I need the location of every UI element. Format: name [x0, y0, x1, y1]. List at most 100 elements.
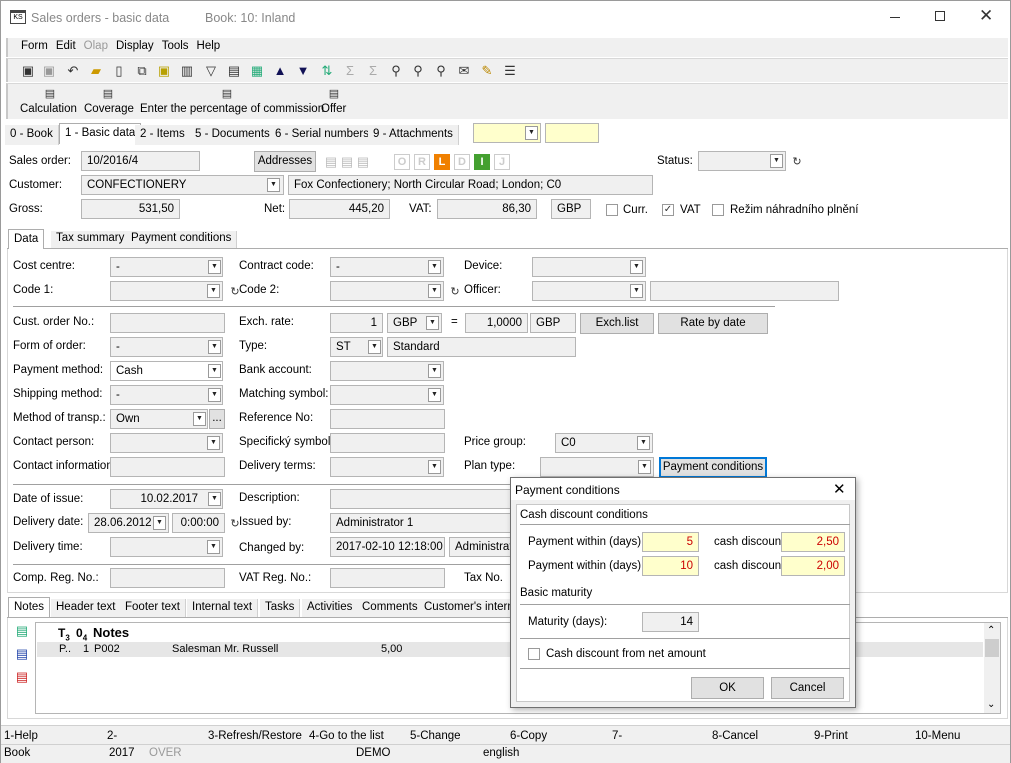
chevron-down-icon[interactable]: ▼ — [207, 540, 220, 554]
contact-person-select[interactable]: ▼ — [110, 433, 223, 453]
minimize-icon[interactable] — [890, 17, 900, 18]
close-icon[interactable]: ✕ — [979, 6, 993, 26]
vat-reg-field[interactable] — [330, 568, 445, 588]
transport-more-button[interactable]: ... — [209, 409, 225, 429]
save-as-icon[interactable]: ▣ — [41, 63, 57, 79]
arrow-down-icon[interactable]: ▼ — [295, 63, 311, 79]
delete-note-icon[interactable]: ▤ — [14, 669, 30, 685]
sort-icon[interactable]: ⇅ — [319, 63, 335, 79]
notes-tab-footer-text[interactable]: Footer text — [120, 599, 186, 617]
history-icon[interactable]: ↻ — [447, 284, 463, 300]
edit-note-icon[interactable]: ▤ — [14, 646, 30, 662]
chevron-down-icon[interactable]: ▼ — [426, 316, 439, 330]
chevron-down-icon[interactable]: ▼ — [208, 340, 221, 354]
bank-account-select[interactable]: ▼ — [330, 361, 444, 381]
payment-within-days-1[interactable]: 5 — [642, 532, 699, 552]
date-of-issue-field[interactable]: 10.02.2017 — [110, 489, 223, 509]
find-icon[interactable]: ⚲ — [388, 63, 404, 79]
exch-list-button[interactable]: Exch.list — [580, 313, 654, 334]
rezim-checkbox[interactable] — [712, 204, 724, 216]
address-doc-2-icon[interactable]: ▤ — [339, 154, 355, 170]
subtab-tax-summary[interactable]: Tax summary — [51, 231, 131, 248]
copy-icon[interactable]: ⧉ — [134, 63, 150, 79]
chevron-down-icon[interactable]: ▼ — [207, 436, 220, 450]
mail-icon[interactable]: ✉ — [456, 63, 472, 79]
payment-within-days-2[interactable]: 10 — [642, 556, 699, 576]
address-doc-3-icon[interactable]: ▤ — [355, 154, 371, 170]
exch-value-field[interactable]: 1,0000 — [465, 313, 528, 333]
scroll-down-icon[interactable]: ⌄ — [987, 699, 995, 710]
notes-tab-tasks[interactable]: Tasks — [260, 599, 301, 617]
lock-icon[interactable]: ▣ — [156, 63, 172, 79]
chevron-down-icon[interactable]: ▼ — [525, 126, 538, 140]
fkey-10[interactable]: 10-Menu — [915, 728, 960, 744]
toolbar-combo[interactable]: ▼ — [473, 123, 541, 143]
chevron-down-icon[interactable]: ▼ — [207, 284, 220, 298]
notes-tab-comments[interactable]: Comments — [357, 599, 424, 617]
subtab-payment-conditions[interactable]: Payment conditions — [126, 231, 238, 248]
chevron-down-icon[interactable]: ▼ — [638, 460, 651, 474]
fkey-9[interactable]: 9-Print — [814, 728, 848, 744]
find-replace-icon[interactable]: ⚲ — [433, 63, 449, 79]
tab-basic-data[interactable]: 1 - Basic data — [59, 123, 142, 144]
rate-by-date-button[interactable]: Rate by date — [658, 313, 768, 334]
vat-checkbox[interactable]: ✓ — [662, 204, 674, 216]
reference-field[interactable] — [330, 409, 445, 429]
new-document-icon[interactable]: ▯ — [111, 63, 127, 79]
toolbar-field[interactable] — [545, 123, 599, 143]
chevron-down-icon[interactable]: ▼ — [428, 388, 441, 402]
calendar-dropdown-icon[interactable]: ▼ — [208, 492, 221, 506]
contact-info-field[interactable] — [110, 457, 225, 477]
tab-items[interactable]: 2 - Items — [135, 125, 191, 145]
chevron-down-icon[interactable]: ▼ — [630, 284, 643, 298]
tab-serial-numbers[interactable]: 6 - Serial numbers — [270, 125, 375, 145]
notes-tab-notes[interactable]: Notes — [8, 597, 51, 617]
chevron-down-icon[interactable]: ▼ — [267, 178, 280, 192]
fkey-2[interactable]: 2- — [107, 728, 117, 744]
chevron-down-icon[interactable]: ▼ — [193, 412, 206, 426]
tab-attachments[interactable]: 9 - Attachments — [368, 125, 459, 145]
menu-lines-icon[interactable]: ☰ — [502, 63, 518, 79]
cancel-button[interactable]: Cancel — [771, 677, 844, 699]
calculation-button[interactable]: Calculation — [20, 103, 77, 115]
device-select[interactable]: ▼ — [532, 257, 646, 277]
sum-icon[interactable]: Σ — [342, 63, 358, 79]
scroll-thumb[interactable] — [985, 639, 999, 657]
tab-book[interactable]: 0 - Book — [5, 125, 59, 145]
fkey-5[interactable]: 5-Change — [410, 728, 461, 744]
menu-help[interactable]: Help — [193, 38, 225, 54]
address-doc-1-icon[interactable]: ▤ — [323, 154, 339, 170]
notes-tab-header-text[interactable]: Header text — [51, 599, 122, 617]
letter-j[interactable]: J — [494, 154, 510, 170]
maximize-icon[interactable] — [935, 11, 945, 21]
notes-edit-icon[interactable]: ✎ — [479, 63, 495, 79]
menu-edit[interactable]: Edit — [52, 38, 80, 54]
find-next-icon[interactable]: ⚲ — [410, 63, 426, 79]
addresses-button[interactable]: Addresses — [254, 151, 316, 172]
letter-i[interactable]: I — [474, 154, 490, 170]
status-select[interactable]: ▼ — [698, 151, 786, 171]
chevron-down-icon[interactable]: ▼ — [428, 260, 441, 274]
delivery-terms-select[interactable]: ▼ — [330, 457, 444, 477]
cost-centre-select[interactable]: - — [110, 257, 223, 277]
letter-l[interactable]: L — [434, 154, 450, 170]
offer-button[interactable]: Offer — [321, 103, 346, 115]
book-icon[interactable]: ▥ — [179, 63, 195, 79]
save-icon[interactable]: ▣ — [20, 63, 36, 79]
cash-discount-value-2[interactable]: 2,00 — [781, 556, 845, 576]
add-note-icon[interactable]: ▤ — [14, 623, 30, 639]
filter-icon[interactable]: ▽ — [203, 63, 219, 79]
payment-conditions-button[interactable]: Payment conditions — [659, 457, 767, 478]
scroll-up-icon[interactable]: ⌃ — [987, 625, 995, 636]
notes-tab-activities[interactable]: Activities — [302, 599, 359, 617]
dialog-close-icon[interactable]: ✕ — [833, 480, 846, 498]
menu-display[interactable]: Display — [112, 38, 158, 54]
chevron-down-icon[interactable]: ▼ — [637, 436, 650, 450]
fkey-6[interactable]: 6-Copy — [510, 728, 547, 744]
fkey-7[interactable]: 7- — [612, 728, 622, 744]
menu-form[interactable]: Form — [17, 38, 52, 54]
matching-symbol-select[interactable]: ▼ — [330, 385, 444, 405]
plan-type-select[interactable]: ▼ — [540, 457, 654, 477]
sum-filter-icon[interactable]: Σ — [365, 63, 381, 79]
document-filter-icon[interactable]: ▤ — [226, 63, 242, 79]
